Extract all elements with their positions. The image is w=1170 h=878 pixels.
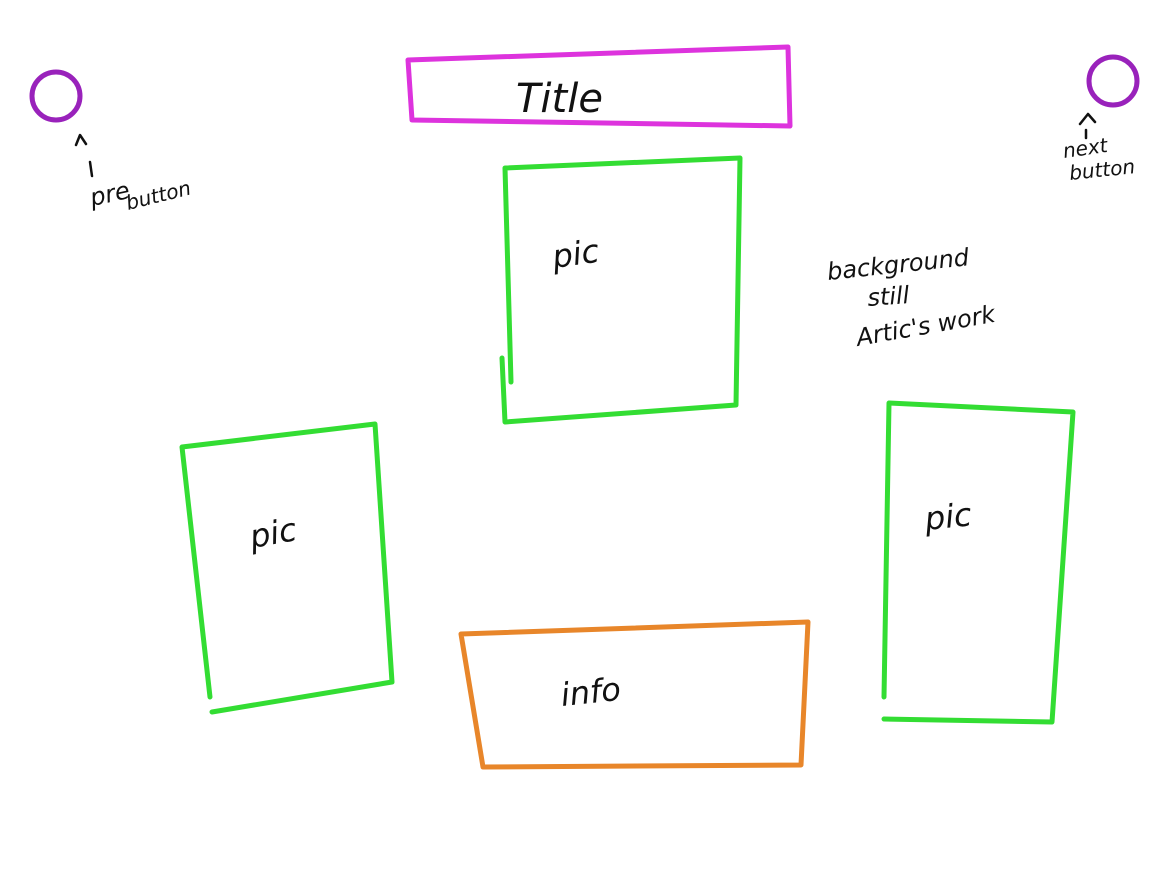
prev-button-note-line2: button xyxy=(123,176,193,215)
info-box-outline xyxy=(458,619,811,770)
pic-box-center-label: pic xyxy=(549,232,602,276)
next-button[interactable]: next button xyxy=(1061,54,1140,185)
pic-box-left: pic xyxy=(179,421,395,715)
pic-box-right-outline xyxy=(881,400,1076,725)
wireframe-sketch: Title pre button next button pic pic pic… xyxy=(29,44,1140,770)
background-note-line2: still xyxy=(866,281,910,312)
background-note: background still Artic's work xyxy=(826,243,999,352)
pic-box-left-label: pic xyxy=(246,510,300,556)
prev-button-arrow-icon xyxy=(74,133,94,178)
pic-box-left-outline xyxy=(179,421,395,715)
prev-button[interactable]: pre button xyxy=(29,69,193,215)
next-button-circle[interactable] xyxy=(1086,54,1140,108)
background-note-line1: background xyxy=(826,243,971,286)
pic-box-right-label: pic xyxy=(922,495,974,538)
title-label: Title xyxy=(516,76,603,122)
info-box: info xyxy=(458,619,811,770)
pic-box-center-outline xyxy=(499,155,743,425)
pic-box-right: pic xyxy=(881,400,1076,725)
title-box: Title xyxy=(405,44,793,129)
prev-button-circle[interactable] xyxy=(29,69,83,123)
pic-box-center: pic xyxy=(499,155,743,425)
info-box-label: info xyxy=(559,670,623,714)
